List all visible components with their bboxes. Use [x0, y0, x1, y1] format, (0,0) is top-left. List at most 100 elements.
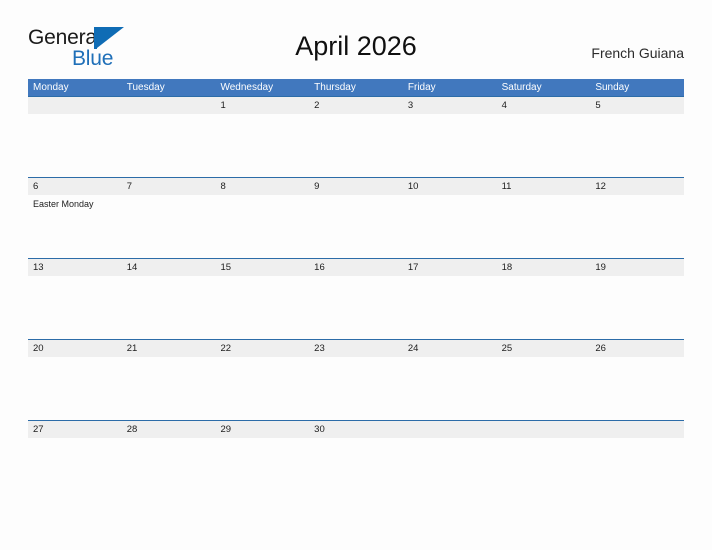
- day-cell-empty: [590, 421, 685, 441]
- day-cell[interactable]: 10: [402, 178, 497, 210]
- calendar-grid: Monday Tuesday Wednesday Thursday Friday Satu…: [28, 79, 685, 501]
- day-events: [28, 438, 122, 441]
- day-cell[interactable]: 21: [121, 340, 216, 360]
- day-number: 22: [215, 340, 310, 357]
- day-events: [122, 357, 216, 360]
- day-number: 6: [28, 178, 122, 195]
- day-number: 11: [496, 178, 591, 195]
- day-events: [403, 276, 497, 279]
- day-cell[interactable]: 19: [590, 259, 685, 279]
- day-cell-empty: [121, 97, 216, 117]
- day-cell-empty: [402, 421, 497, 441]
- day-number: 17: [402, 259, 497, 276]
- day-number: 9: [309, 178, 403, 195]
- day-events: [122, 276, 216, 279]
- page-title: April 2026: [295, 31, 417, 61]
- day-events: [590, 438, 684, 441]
- day-events: [28, 357, 122, 360]
- day-events: [497, 114, 591, 117]
- day-events: [497, 438, 591, 441]
- day-events: [215, 114, 309, 117]
- week-day-cells: 27 28 29 30: [28, 421, 685, 441]
- day-number: 16: [309, 259, 403, 276]
- day-cell[interactable]: 4: [496, 97, 591, 117]
- day-number: 2: [309, 97, 403, 114]
- day-cell[interactable]: 25: [496, 340, 591, 360]
- day-cell-empty: [496, 421, 591, 441]
- day-events: [403, 114, 497, 117]
- day-cell[interactable]: 9: [309, 178, 403, 210]
- day-events: [590, 114, 684, 117]
- weekday-header-row: Monday Tuesday Wednesday Thursday Friday Satu…: [28, 79, 684, 96]
- calendar-week-row: 6 Easter Monday 7 8 9 10 11 12: [28, 177, 685, 258]
- weekday-header-wednesday: Wednesday: [220, 82, 274, 93]
- day-cell[interactable]: 28: [121, 421, 216, 441]
- day-cell[interactable]: 26: [590, 340, 685, 360]
- day-number: 26: [590, 340, 685, 357]
- day-number: [28, 97, 122, 114]
- day-number: 8: [215, 178, 310, 195]
- day-number: 19: [590, 259, 685, 276]
- day-number: 5: [590, 97, 685, 114]
- day-cell[interactable]: 8: [215, 178, 310, 210]
- calendar-weeks: 1 2 3 4 5 6 Easter Monday 7 8 9 10 11 12 13 14 15 16 17 18…: [28, 96, 685, 501]
- day-number: 10: [402, 178, 497, 195]
- day-number: 18: [496, 259, 591, 276]
- day-number: 25: [496, 340, 591, 357]
- day-cell[interactable]: 2: [309, 97, 403, 117]
- day-cell[interactable]: 6 Easter Monday: [28, 178, 122, 210]
- day-number: 13: [28, 259, 122, 276]
- calendar-week-row: 13 14 15 16 17 18 19: [28, 258, 685, 339]
- day-cell[interactable]: 17: [402, 259, 497, 279]
- holiday-event: Easter Monday: [33, 199, 94, 209]
- day-number: 1: [215, 97, 310, 114]
- day-events: [309, 357, 403, 360]
- day-cell[interactable]: 13: [28, 259, 122, 279]
- day-number: 21: [121, 340, 216, 357]
- weekday-header-sunday: Sunday: [595, 82, 630, 93]
- day-events: [309, 438, 403, 441]
- day-cell[interactable]: 5: [590, 97, 685, 117]
- day-number: 28: [121, 421, 216, 438]
- day-number: 14: [121, 259, 216, 276]
- logo-word-general: General: [28, 26, 102, 49]
- week-day-cells: 12345: [28, 97, 685, 117]
- day-events: [590, 357, 684, 360]
- day-number: 12: [590, 178, 685, 195]
- day-cell[interactable]: 27: [28, 421, 122, 441]
- day-number: 20: [28, 340, 122, 357]
- day-cell[interactable]: 18: [496, 259, 591, 279]
- day-cell[interactable]: 7: [121, 178, 216, 210]
- day-events: [122, 438, 216, 441]
- day-events: [403, 438, 497, 441]
- day-cell[interactable]: 15: [215, 259, 310, 279]
- day-number: 30: [309, 421, 403, 438]
- day-events: [590, 276, 684, 279]
- day-events: [215, 195, 309, 198]
- day-cell[interactable]: 3: [402, 97, 497, 117]
- day-cell[interactable]: 22: [215, 340, 310, 360]
- day-events: [28, 114, 122, 117]
- day-events: [122, 114, 216, 117]
- day-cell[interactable]: 11: [496, 178, 591, 210]
- page-header: General Blue April 2026 French Guiana: [28, 26, 684, 74]
- day-cell[interactable]: 14: [121, 259, 216, 279]
- day-cell[interactable]: 29: [215, 421, 310, 441]
- weekday-header-tuesday: Tuesday: [126, 82, 165, 93]
- day-cell[interactable]: 24: [402, 340, 497, 360]
- calendar-page: General Blue April 2026 French Guiana Mo…: [0, 0, 712, 550]
- day-cell[interactable]: 16: [309, 259, 403, 279]
- weekday-header-monday: Monday: [33, 82, 69, 93]
- day-cell[interactable]: 23: [309, 340, 403, 360]
- day-number: 15: [215, 259, 310, 276]
- day-cell[interactable]: 30: [309, 421, 403, 441]
- day-cell[interactable]: 12: [590, 178, 685, 210]
- week-day-cells: 20 21 22 23 24 25 26: [28, 340, 685, 360]
- day-cell[interactable]: 20: [28, 340, 122, 360]
- day-events: [309, 276, 403, 279]
- general-blue-logo[interactable]: General Blue: [28, 26, 228, 72]
- day-events: Easter Monday: [28, 195, 122, 210]
- day-number: 24: [402, 340, 497, 357]
- day-cell[interactable]: 1: [215, 97, 310, 117]
- day-events: [215, 276, 309, 279]
